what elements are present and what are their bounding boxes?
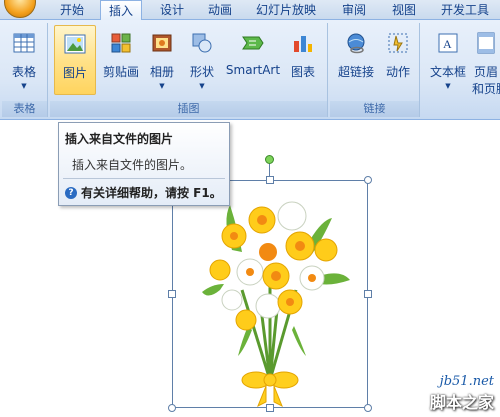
chart-icon [294, 36, 312, 52]
resize-handle-bottom-right[interactable] [364, 404, 372, 412]
smartart-button[interactable]: SmartArt [224, 25, 282, 95]
textbox-button-label: 文本框 [429, 65, 466, 79]
shapes-button-label: 形状 [189, 65, 214, 79]
chevron-down-icon: ▼ [445, 82, 451, 90]
hyperlink-icon [347, 33, 365, 54]
tab-review[interactable]: 审阅 [334, 0, 374, 20]
photo-album-button-label: 相册 [149, 65, 174, 79]
tooltip-divider [63, 178, 225, 179]
header-footer-label-line2: 和页脚 [472, 82, 500, 95]
group-tables: 表格 ▼ 表格 [2, 23, 48, 117]
tab-home[interactable]: 开始 [50, 0, 94, 20]
resize-handle-bottom-left[interactable] [168, 404, 176, 412]
resize-handle-top[interactable] [266, 176, 274, 184]
header-footer-button[interactable]: 页眉 和页脚 [472, 25, 500, 95]
tooltip-help-text: 有关详细帮助，请按 F1。 [81, 186, 222, 200]
smartart-icon [242, 36, 264, 50]
rotation-handle[interactable] [265, 155, 274, 164]
resize-handle-bottom[interactable] [266, 404, 274, 412]
shapes-icon [192, 33, 212, 53]
action-icon [388, 33, 408, 53]
chevron-down-icon: ▼ [199, 82, 205, 90]
resize-handle-right[interactable] [364, 290, 372, 298]
action-button[interactable]: 动作 [380, 25, 416, 95]
tab-view[interactable]: 视图 [384, 0, 424, 20]
tab-animations[interactable]: 动画 [198, 0, 242, 20]
group-label-illustrations: 插图 [50, 101, 327, 117]
selection-frame [172, 180, 368, 408]
chevron-down-icon: ▼ [21, 82, 27, 90]
group-label-tables: 表格 [2, 101, 47, 117]
ribbon-tab-bar: 开始 插入 设计 动画 幻灯片放映 审阅 视图 开发工具 [0, 0, 500, 21]
resize-handle-top-right[interactable] [364, 176, 372, 184]
picture-tooltip: 插入来自文件的图片 插入来自文件的图片。 ? 有关详细帮助，请按 F1。 [58, 122, 230, 206]
watermark-site-name: 脚本之家 [429, 393, 494, 412]
watermark-url: jb51.net [439, 374, 494, 389]
picture-button[interactable]: 图片 [54, 25, 96, 95]
ribbon: 表格 ▼ 表格 图片 剪贴画 相册 ▼ 形状 ▼ SmartArt 图表 插图 … [0, 20, 500, 120]
header-footer-icon [477, 32, 495, 54]
table-icon [13, 33, 35, 53]
clipart-icon [111, 33, 131, 53]
resize-handle-left[interactable] [168, 290, 176, 298]
tab-developer[interactable]: 开发工具 [434, 0, 496, 20]
group-links: 超链接 动作 链接 [330, 23, 420, 117]
textbox-button[interactable]: A 文本框 ▼ [426, 25, 470, 95]
tooltip-title: 插入来自文件的图片 [65, 132, 174, 146]
clipart-button[interactable]: 剪贴画 [100, 25, 142, 95]
chevron-down-icon: ▼ [159, 82, 165, 90]
hyperlink-button[interactable]: 超链接 [334, 25, 378, 95]
picture-button-label: 图片 [62, 66, 87, 80]
chart-button[interactable]: 图表 [284, 25, 322, 95]
help-icon: ? [65, 186, 77, 199]
group-text: A 文本框 ▼ 页眉 和页脚 [422, 23, 500, 117]
table-button-label: 表格 [11, 65, 36, 79]
group-label-links: 链接 [330, 101, 419, 117]
shapes-button[interactable]: 形状 ▼ [184, 25, 220, 95]
hyperlink-button-label: 超链接 [337, 65, 374, 79]
tooltip-help: ? 有关详细帮助，请按 F1。 [65, 184, 222, 201]
action-button-label: 动作 [385, 65, 410, 79]
tab-design[interactable]: 设计 [150, 0, 194, 20]
photo-album-icon [152, 34, 172, 52]
textbox-icon: A [438, 33, 458, 53]
photo-album-button[interactable]: 相册 ▼ [144, 25, 180, 95]
watermark: jb51.net 脚本之家 [430, 374, 494, 413]
table-button[interactable]: 表格 ▼ [5, 25, 43, 95]
picture-icon [64, 34, 86, 54]
smartart-button-label: SmartArt [225, 63, 281, 77]
header-footer-label-line1: 页眉 [473, 65, 498, 79]
svg-text:A: A [443, 37, 452, 51]
office-button[interactable] [4, 0, 36, 18]
tab-slideshow[interactable]: 幻灯片放映 [248, 0, 324, 20]
chart-button-label: 图表 [290, 65, 315, 79]
clipart-button-label: 剪贴画 [102, 65, 139, 79]
group-illustrations: 图片 剪贴画 相册 ▼ 形状 ▼ SmartArt 图表 插图 [50, 23, 328, 117]
tab-insert[interactable]: 插入 [100, 0, 142, 21]
tooltip-description: 插入来自文件的图片。 [72, 158, 193, 172]
